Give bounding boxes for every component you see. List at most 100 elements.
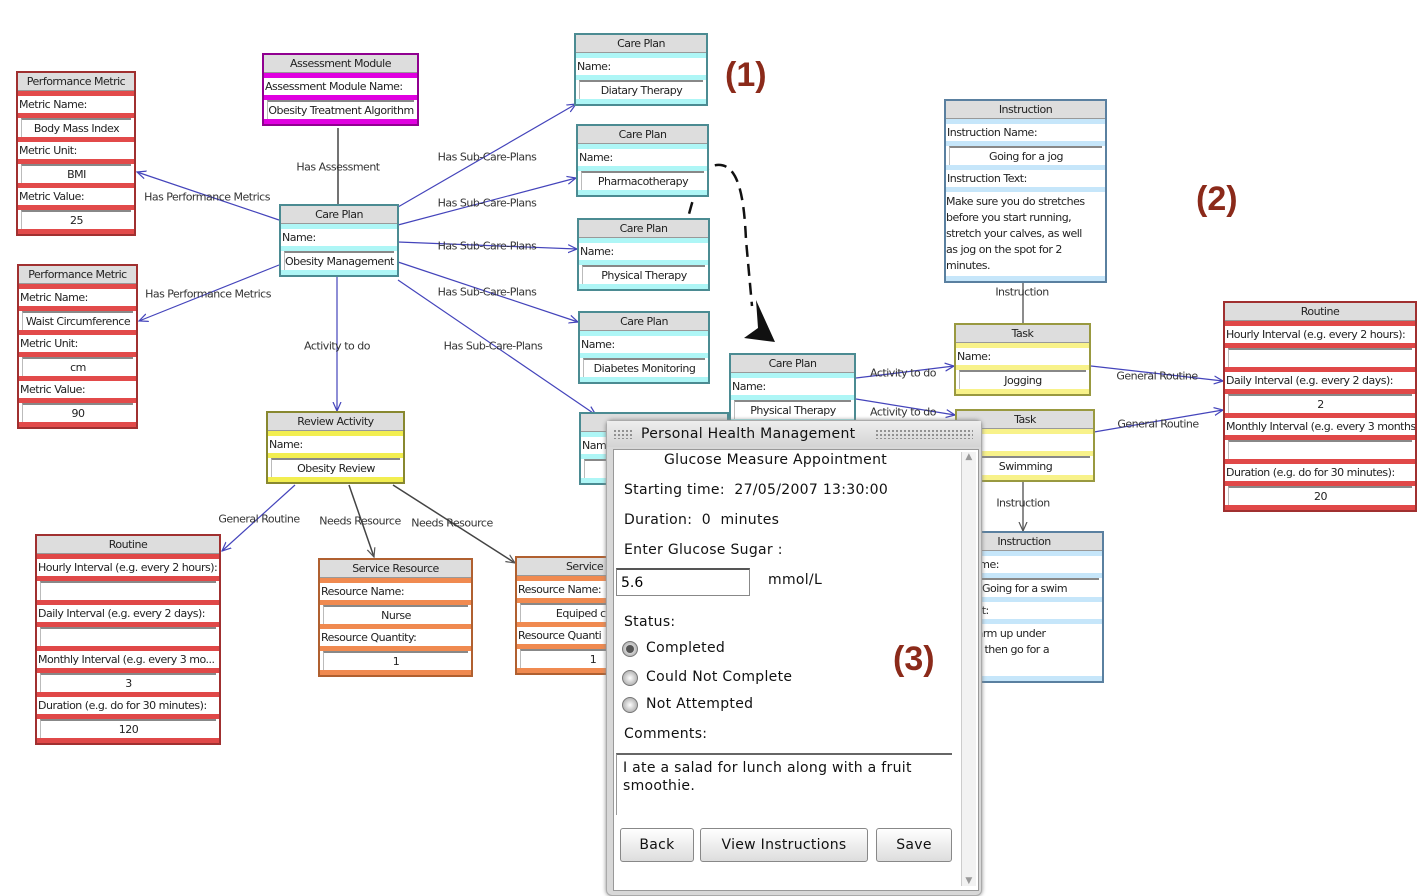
node-cp2[interactable]: Care Plan Name: Pharmacotherapy — [576, 124, 709, 197]
node-service1[interactable]: Service Resource Resource Name: Nurse Resou… — [318, 558, 473, 677]
node-cppt[interactable]: Care Plan Name: Physical Therapy — [729, 353, 856, 426]
band — [1225, 505, 1415, 510]
duration-label: Duration: — [624, 512, 693, 528]
field-value: cm — [22, 357, 133, 376]
field-value — [40, 581, 216, 600]
node-title: Performance Metric — [18, 73, 134, 91]
node-assess[interactable]: Assessment Module Assessment Module Name:… — [262, 53, 419, 126]
node-cp1[interactable]: Care Plan Name: Diatary Therapy — [574, 33, 708, 106]
enter-glucose-label: Enter Glucose Sugar : — [624, 542, 783, 558]
edge-label: General Routine — [1117, 417, 1199, 431]
field-label: Name: — [577, 60, 611, 73]
duration-unit: minutes — [720, 512, 780, 528]
node-routine2[interactable]: Routine Hourly Interval (e.g. every 2 hou… — [1223, 301, 1417, 512]
edge-label: Activity to do — [870, 405, 936, 419]
field-label: Instruction Text: — [947, 172, 1027, 185]
band — [268, 477, 403, 482]
scroll-up-icon[interactable]: ▲ — [962, 452, 976, 462]
field-value: Pharmacotherapy — [581, 171, 704, 190]
starting-time: Starting time: 27/05/2007 13:30:00 — [624, 482, 888, 498]
dialog-title: Personal Health Management — [641, 426, 856, 442]
field-value — [1228, 348, 1412, 367]
node-title: Care Plan — [579, 220, 708, 238]
edge-label: Has Sub-Care-Plans — [443, 339, 543, 353]
starting-time-value: 27/05/2007 13:30:00 — [734, 482, 889, 498]
field-label: Name: — [580, 245, 614, 258]
node-title: Care Plan — [580, 313, 708, 331]
comments-label: Comments: — [624, 726, 708, 742]
node-pm1[interactable]: Performance Metric Metric Name: Body Mass … — [16, 71, 136, 236]
edge-label: General Routine — [218, 512, 300, 526]
option-completed-label: Completed — [646, 640, 726, 656]
field-value: 90 — [22, 403, 133, 422]
field-label: Metric Value: — [20, 383, 86, 396]
field-label: Name: — [581, 338, 615, 351]
field-label: Daily Interval (e.g. every 2 days): — [38, 607, 206, 620]
field-value: Diabetes Monitoring — [583, 358, 705, 377]
field-value: Diatary Therapy — [579, 80, 703, 99]
node-title: Care Plan — [576, 35, 706, 53]
node-routine1[interactable]: Routine Hourly Interval (e.g. every 2 hou… — [35, 534, 221, 745]
field-label: Metric Value: — [19, 190, 85, 203]
node-pm2[interactable]: Performance Metric Metric Name: Waist Circ… — [17, 264, 138, 429]
radio-completed[interactable] — [622, 641, 638, 657]
status-label: Status: — [624, 614, 676, 630]
grip-icon — [613, 429, 633, 439]
comments-textarea[interactable]: I ate a salad for lunch along with a fru… — [616, 753, 952, 815]
edge-label: General Routine — [1116, 369, 1198, 383]
field-label: Resource Name: — [321, 585, 405, 598]
node-cp4[interactable]: Care Plan Name: Diabetes Monitoring — [578, 311, 710, 384]
edge-label: Activity to do — [870, 366, 936, 380]
field-label: Hourly Interval (e.g. every 2 hours): — [38, 561, 218, 574]
node-title: Care Plan — [731, 355, 854, 373]
field-value: Waist Circumference — [22, 311, 133, 330]
radio-not-attempted[interactable] — [622, 697, 638, 713]
field-value: 2 — [1228, 394, 1412, 413]
option-not-attempted-label: Not Attempted — [646, 696, 754, 712]
band — [580, 377, 708, 382]
view-instructions-button[interactable]: View Instructions — [700, 828, 868, 862]
band — [18, 229, 134, 234]
node-cp3[interactable]: Care Plan Name: Physical Therapy — [577, 218, 710, 291]
field-label: Metric Name: — [20, 291, 88, 304]
field-value: Obesity Review — [271, 458, 400, 477]
node-title: Service Resource — [320, 560, 471, 578]
radio-could-not-complete[interactable] — [622, 670, 638, 686]
glucose-input[interactable] — [616, 568, 750, 596]
field-label: Metric Unit: — [19, 144, 77, 157]
band — [946, 276, 1105, 281]
node-review[interactable]: Review Activity Name: Obesity Review — [266, 411, 405, 484]
dialog-titlebar[interactable]: Personal Health Management — [607, 421, 981, 447]
field-value: Obesity Treatment Algorithm — [267, 100, 414, 119]
annotation-3: (3) — [893, 640, 935, 678]
node-task1[interactable]: Task Name: Jogging — [954, 323, 1091, 396]
duration: Duration: 0 minutes — [624, 512, 779, 528]
field-label: Duration (e.g. do for 30 minutes): — [1226, 466, 1395, 479]
field-label: Instruction Name: — [947, 126, 1038, 139]
scrollbar[interactable]: ▲ ▼ — [961, 452, 976, 886]
node-title: Care Plan — [281, 206, 397, 224]
band — [37, 738, 219, 743]
back-button[interactable]: Back — [620, 828, 694, 862]
node-cpmain[interactable]: Care Plan Name: Obesity Management — [279, 204, 399, 277]
field-value: Obesity Management — [284, 251, 394, 270]
node-title: Task — [956, 325, 1089, 343]
duration-value: 0 — [701, 512, 711, 528]
edge-label: Has Performance Metrics — [144, 190, 270, 204]
band — [19, 422, 136, 427]
field-label: Name: — [732, 380, 766, 393]
node-title: Instruction — [946, 101, 1105, 119]
edge-label: Needs Resource — [319, 514, 401, 528]
glucose-unit: mmol/L — [768, 572, 823, 588]
appointment-heading: Glucose Measure Appointment — [664, 452, 888, 468]
scroll-down-icon[interactable]: ▼ — [962, 876, 976, 886]
field-label: Name: — [957, 350, 991, 363]
node-title: Routine — [1225, 303, 1415, 321]
node-instr1[interactable]: Instruction Instruction Name: Going for a … — [944, 99, 1107, 283]
annotation-1: (1) — [725, 56, 767, 94]
field-value: BMI — [21, 164, 131, 183]
field-value: Jogging — [959, 370, 1086, 389]
save-button[interactable]: Save — [876, 828, 952, 862]
field-value: 3 — [40, 673, 216, 692]
edge-label: Has Performance Metrics — [145, 287, 271, 301]
